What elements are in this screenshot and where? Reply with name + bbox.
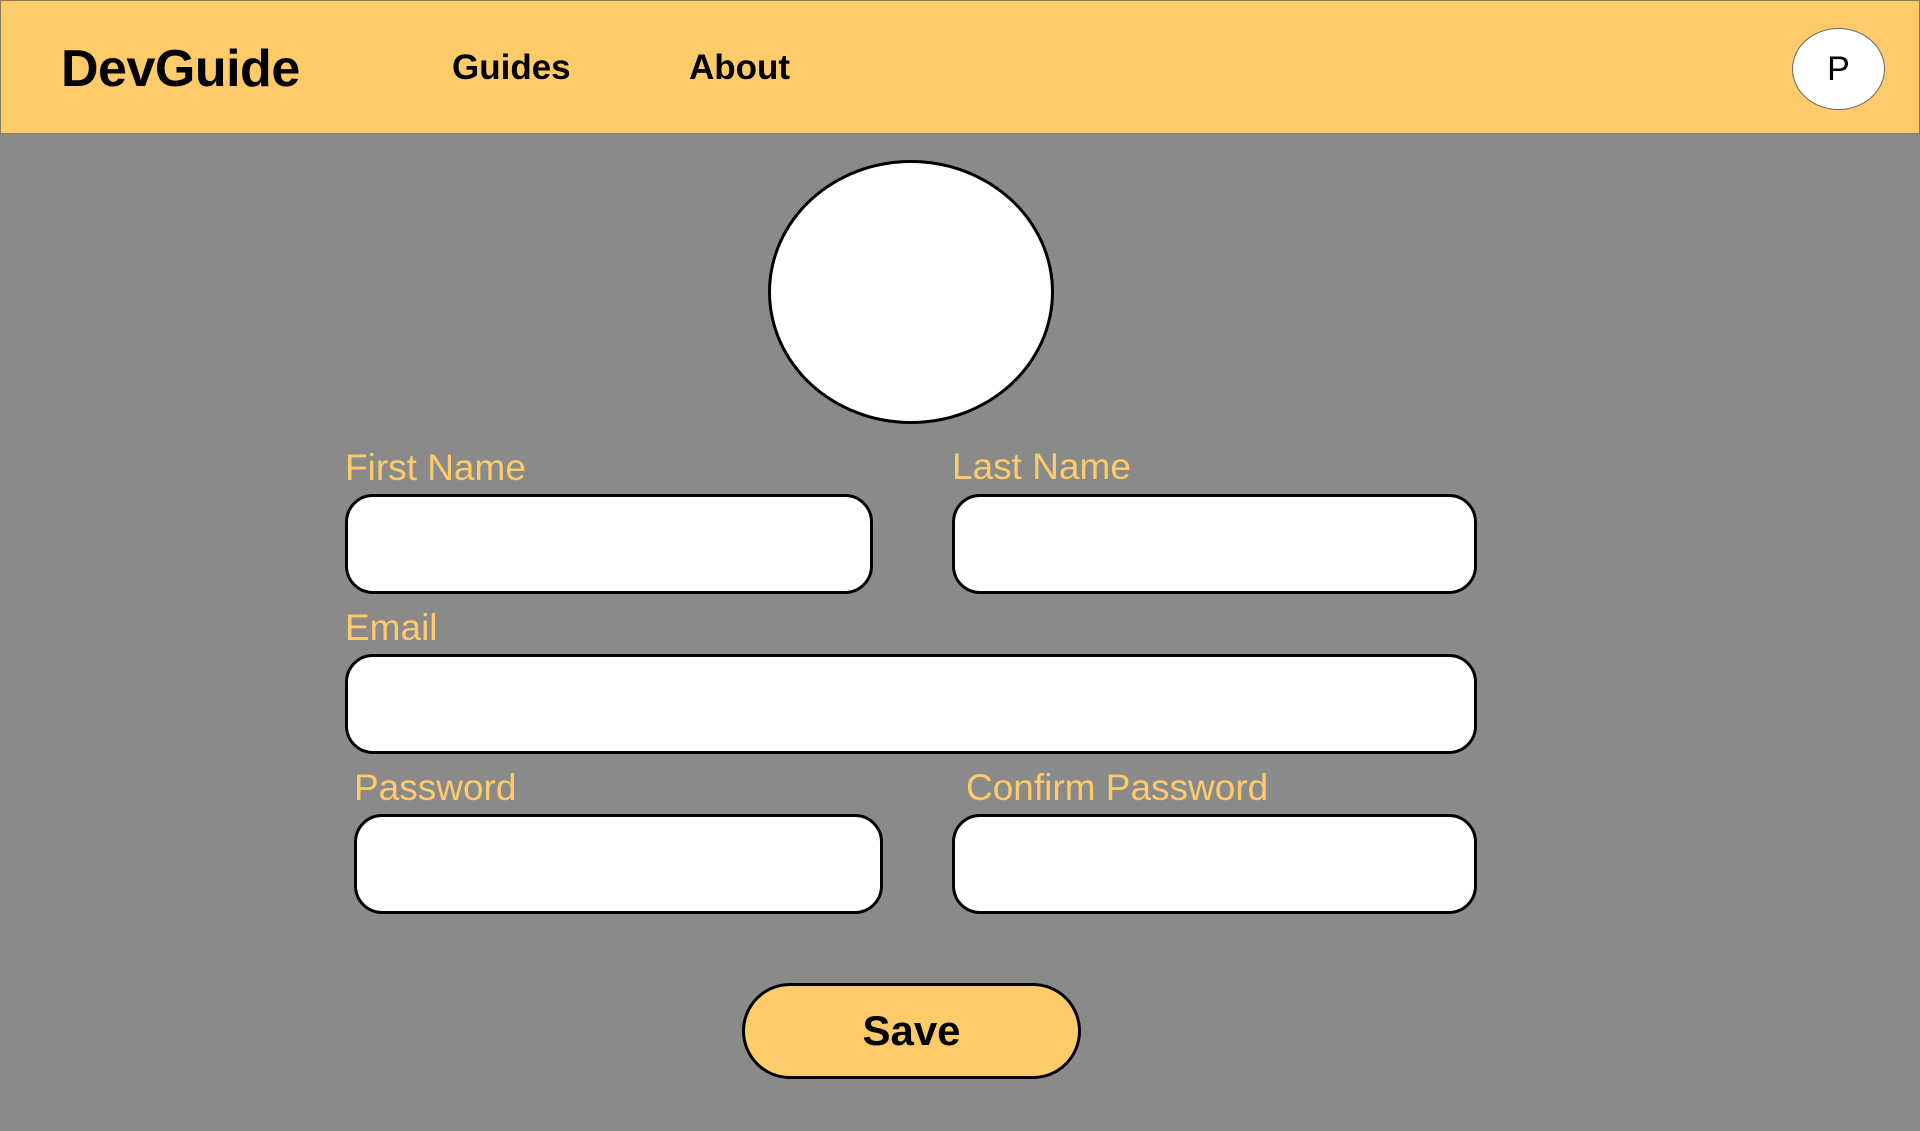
email-label: Email xyxy=(345,607,438,648)
brand-logo-text[interactable]: DevGuide xyxy=(61,39,300,99)
last-name-label: Last Name xyxy=(952,446,1131,487)
first-name-label: First Name xyxy=(345,447,526,488)
first-name-input[interactable] xyxy=(345,494,873,594)
nav-link-about[interactable]: About xyxy=(689,48,790,88)
email-input[interactable] xyxy=(345,654,1477,754)
confirm-password-input[interactable] xyxy=(952,814,1477,914)
confirm-password-label: Confirm Password xyxy=(966,767,1269,808)
top-navigation-bar: DevGuide Guides About P xyxy=(0,0,1920,134)
last-name-input[interactable] xyxy=(952,494,1477,594)
profile-picture-placeholder[interactable] xyxy=(768,160,1054,424)
save-button[interactable]: Save xyxy=(742,983,1081,1079)
profile-initial: P xyxy=(1827,49,1850,88)
password-label: Password xyxy=(354,767,517,808)
nav-link-guides[interactable]: Guides xyxy=(452,48,571,88)
profile-avatar-button[interactable]: P xyxy=(1792,28,1885,110)
password-input[interactable] xyxy=(354,814,883,914)
